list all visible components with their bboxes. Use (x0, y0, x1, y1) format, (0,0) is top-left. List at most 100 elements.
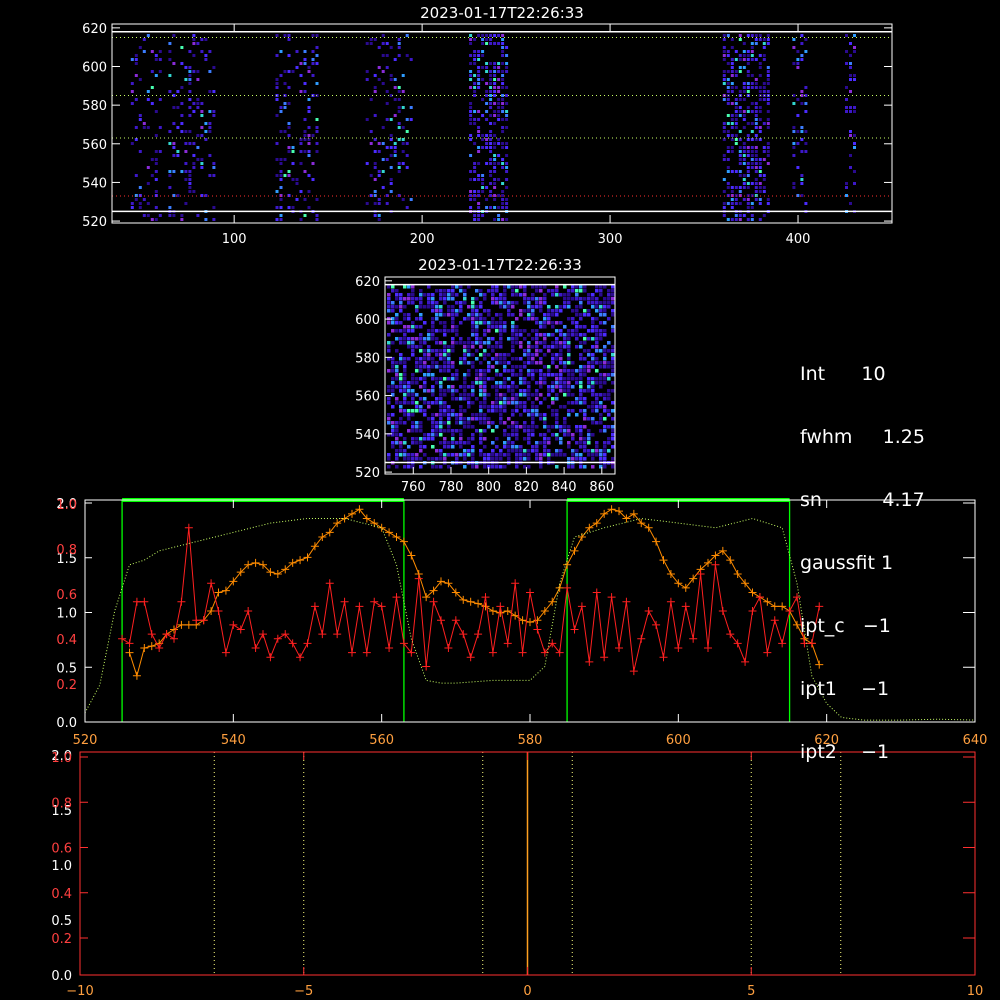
lower-xtick-label: −5 (294, 984, 313, 999)
mid-xtick-label: 760 (401, 480, 426, 495)
profile-point (251, 644, 260, 652)
profile-point (696, 570, 705, 578)
top-ytick-label: 560 (82, 138, 107, 153)
mid-xtick-label: 780 (439, 480, 464, 495)
profile-point (392, 533, 401, 541)
top-ytick-label: 580 (82, 99, 107, 114)
profile-point (666, 597, 675, 606)
profile-point (385, 528, 394, 537)
profile-point (778, 602, 787, 611)
profile-point (755, 593, 764, 602)
profile-point (310, 602, 319, 611)
profile-point (466, 653, 475, 662)
profile-point (244, 607, 253, 615)
profile-point (718, 607, 727, 615)
profile-point (607, 505, 616, 514)
profile-point (325, 579, 334, 588)
fit-info-panel: Int 10 fwhm 1.25 sn 4.17 gaussfit 1 ipt_… (800, 322, 925, 784)
profile-point (533, 625, 542, 634)
profile-xtick-label: 520 (73, 733, 98, 748)
profile-point (296, 556, 305, 565)
profile-point (147, 642, 156, 651)
info-fwhm: fwhm 1.25 (800, 426, 925, 448)
profile-point (296, 653, 305, 662)
profile-point (318, 630, 327, 639)
mid-ytick-label: 620 (355, 275, 380, 290)
profile-point (503, 639, 512, 648)
profile-point (437, 616, 445, 625)
profile-point (637, 634, 646, 643)
info-ipt2: ipt2 −1 (800, 741, 890, 763)
profile-point (125, 639, 134, 648)
lower-ytick-label-red: 1.0 (51, 751, 72, 766)
profile-point (348, 648, 356, 657)
profile-point (652, 620, 661, 629)
lower-xtick-label: 5 (747, 984, 755, 999)
profile-point (355, 602, 364, 611)
top-ytick-label: 600 (82, 61, 107, 76)
lower-xtick-label: 0 (523, 984, 531, 999)
top-xtick-label: 400 (786, 232, 811, 247)
profile-point (229, 620, 238, 629)
lower-ytick-label: 0.0 (51, 969, 72, 984)
profile-point (600, 653, 609, 662)
profile-point (592, 588, 601, 597)
profile-point (563, 583, 572, 592)
profile-ytick-label: 0.5 (56, 661, 77, 676)
profile-point (399, 537, 408, 546)
profile-point (711, 560, 720, 569)
profile-point (778, 639, 787, 648)
lower-ytick-label-red: 0.4 (51, 887, 72, 902)
profile-point (385, 644, 394, 652)
top-axes-frame (111, 23, 893, 224)
profile-xtick-label: 580 (518, 733, 543, 748)
profile-point (155, 644, 164, 652)
profile-point (140, 644, 149, 652)
profile-point (474, 630, 483, 639)
profile-point (303, 639, 312, 648)
info-sn: sn 4.17 (800, 489, 925, 511)
profile-point (748, 607, 757, 615)
info-ipt-c: ipt_c −1 (800, 615, 891, 637)
profile-point (429, 597, 438, 606)
mid-ytick-label: 540 (355, 428, 380, 443)
profile-point (348, 509, 356, 518)
profile-xtick-label: 600 (666, 733, 691, 748)
lower-ytick-label-red: 0.8 (51, 796, 72, 811)
profile-point (273, 634, 282, 643)
profile-point (526, 588, 534, 597)
middle-image-pixels (387, 285, 615, 469)
mid-xtick-label: 860 (589, 480, 614, 495)
lower-plot: 0.00.51.01.52.00.20.40.60.81.0−10 −5 0 5 10 (51, 749, 983, 999)
profile-point (140, 597, 149, 606)
profile-point (392, 593, 401, 602)
lower-ytick-label: 1.0 (51, 859, 72, 874)
profile-point (674, 644, 683, 652)
profile-point (629, 667, 638, 676)
profile-point (585, 657, 594, 666)
profile-point (125, 648, 134, 657)
profile-point (488, 607, 497, 615)
profile-point (770, 602, 779, 611)
profile-point (570, 625, 579, 634)
profile-point (340, 514, 349, 523)
profile-point (340, 597, 349, 606)
profile-ytick-label-red: 0.8 (56, 543, 77, 558)
lower-ytick-label: 0.5 (51, 914, 72, 929)
profile-series-line-0 (129, 508, 820, 678)
profile-point (184, 620, 193, 629)
profile-point (570, 546, 579, 555)
profile-point (622, 597, 631, 606)
profile-ytick-label-red: 0.6 (56, 588, 77, 603)
profile-point (474, 599, 483, 608)
mid-ytick-label: 520 (355, 466, 380, 481)
top-title: 2023-01-17T22:26:33 (420, 4, 584, 22)
profile-ytick-label: 1.0 (56, 607, 77, 622)
profile-point (518, 648, 527, 657)
profile-point (459, 630, 468, 639)
profile-ytick-label: 0.0 (56, 716, 77, 731)
profile-point (422, 662, 431, 671)
profile-point (118, 634, 127, 643)
profile-point (577, 602, 586, 611)
top-image-plot: 520 540 560 580 600 620 100 200 300 400 2023-01-17… (82, 4, 893, 247)
